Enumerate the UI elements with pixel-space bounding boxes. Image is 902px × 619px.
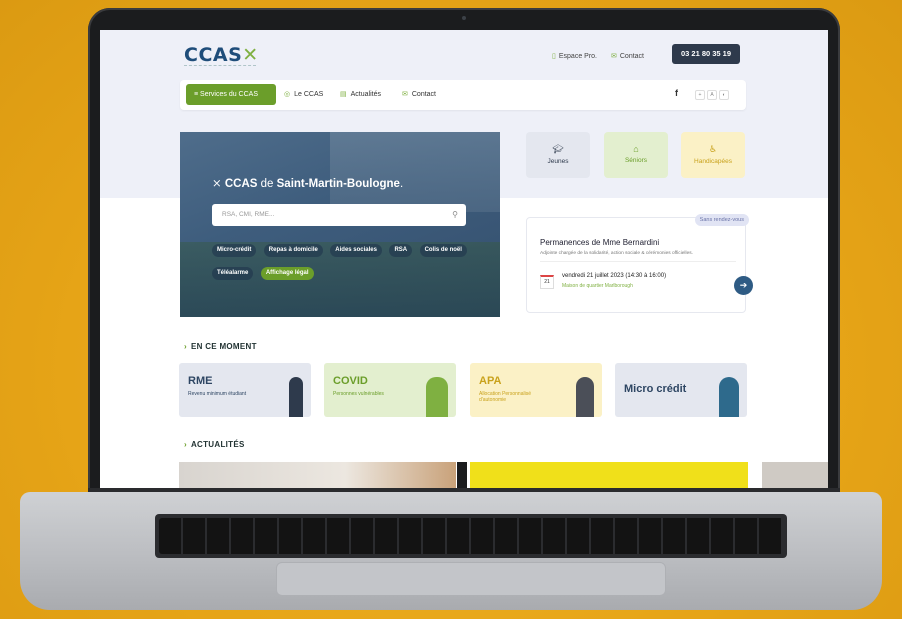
keyboard (155, 514, 787, 558)
document-icon: ▯ (552, 53, 556, 60)
status-badge: Sans rendez-vous (694, 214, 749, 226)
font-size-icon[interactable]: A (707, 90, 717, 100)
news-gap (457, 462, 467, 488)
mail-icon: ✉ (402, 91, 408, 98)
nav-item-contact[interactable]: ✉ Contact (402, 84, 436, 105)
nav-item-services[interactable]: ≡ Services du CCAS (186, 84, 276, 105)
wheelchair-icon: ♿︎ (708, 144, 718, 154)
contact-link[interactable]: ✉ Contact (611, 52, 644, 60)
chip-aides-sociales[interactable]: Aides sociales (330, 244, 382, 257)
permanence-subtitle: Adjointe chargée de la solidarité, actio… (540, 251, 693, 256)
chip-rsa[interactable]: RSA (389, 244, 413, 257)
site-logo[interactable]: CCAS✕ (184, 44, 259, 66)
espace-pro-link[interactable]: ▯ Espace Pro. (552, 52, 597, 60)
chevron-right-icon: › (184, 342, 187, 351)
card-micro-credit[interactable]: Micro crédit (615, 363, 747, 417)
laptop-lid: CCAS✕ ▯ Espace Pro. ✉ Contact 03 21 80 35 … (88, 8, 840, 508)
hero-title: ⨯ CCAS de Saint-Martin-Boulogne. (212, 178, 404, 190)
logo-mark-icon: ⨯ (212, 178, 225, 190)
quick-links: Micro-crédit Repas à domicile Aides soci… (212, 238, 472, 284)
chip-colis[interactable]: Colis de noël (419, 244, 467, 257)
nav-item-le-ccas[interactable]: ◎ Le CCAS (284, 84, 323, 105)
logo-mark-icon: ✕ (242, 44, 259, 66)
mail-icon: ✉ (611, 53, 617, 60)
chip-micro-credit[interactable]: Micro-crédit (212, 244, 257, 257)
pin-icon: ◎ (284, 91, 291, 98)
browser-screen: CCAS✕ ▯ Espace Pro. ✉ Contact 03 21 80 35 … (100, 30, 828, 488)
phone-button[interactable]: 03 21 80 35 19 (672, 44, 740, 64)
nav-item-actualites[interactable]: ▤ Actualités (340, 84, 381, 105)
graduation-cap-icon: 🎓︎ (552, 144, 564, 154)
person-illustration (426, 377, 448, 417)
permanence-title: Permanences de Mme Bernardini (540, 238, 660, 247)
permanence-date: vendredi 21 juillet 2023 (14:30 à 16:00) (562, 273, 667, 279)
keys (159, 518, 783, 554)
permanence-card: Sans rendez-vous Permanences de Mme Bern… (526, 214, 753, 313)
section-title-actualites: › ACTUALITÉS (184, 440, 245, 449)
category-seniors[interactable]: ⌂ Séniors (604, 132, 668, 178)
news-image-2[interactable] (470, 462, 748, 488)
search-input[interactable]: RSA, CMI, RME... ⚲ (212, 204, 466, 226)
chip-telealarme[interactable]: Téléalarme (212, 267, 254, 280)
divider (540, 261, 736, 262)
news-image-1[interactable] (179, 462, 456, 488)
wheelchair-illustration (576, 377, 594, 417)
hero-banner: ⨯ CCAS de Saint-Martin-Boulogne. RSA, CM… (180, 132, 500, 317)
home-icon: ⌂ (633, 144, 639, 154)
trackpad (276, 562, 666, 596)
card-covid[interactable]: COVID Personnes vulnérables (324, 363, 456, 417)
logo-tagline (184, 65, 256, 68)
card-rme[interactable]: RME Revenu minimum étudiant (179, 363, 311, 417)
camera-icon (462, 16, 466, 20)
news-icon: ▤ (340, 91, 347, 98)
news-image-3[interactable] (762, 462, 828, 488)
category-jeunes[interactable]: 🎓︎ Jeunes (526, 132, 590, 178)
chip-affichage-legal[interactable]: Affichage légal (260, 267, 314, 280)
main-nav: ≡ Services du CCAS ◎ Le CCAS ▤ Actualités … (180, 80, 746, 110)
search-icon[interactable]: ⚲ (452, 204, 458, 226)
category-handicapees[interactable]: ♿︎ Handicapées (681, 132, 745, 178)
arrow-right-icon[interactable]: ➔ (734, 276, 753, 295)
permanence-location: Maison de quartier Marlborough (562, 283, 633, 289)
contrast-icon[interactable]: ◐ (719, 90, 729, 100)
card-illustration (719, 377, 739, 417)
font-increase-icon[interactable]: + (695, 90, 705, 100)
chip-repas[interactable]: Repas à domicile (263, 244, 323, 257)
student-illustration (289, 377, 303, 417)
laptop-base (20, 492, 882, 610)
card-apa[interactable]: APA Allocation Personnalisé d'autonomie (470, 363, 602, 417)
facebook-icon[interactable]: f (675, 88, 678, 98)
top-links: ▯ Espace Pro. ✉ Contact (552, 52, 644, 60)
calendar-icon: 21 (540, 275, 554, 289)
building-image (330, 132, 500, 212)
section-title-moment: › EN CE MOMENT (184, 342, 257, 351)
chevron-right-icon: › (184, 440, 187, 449)
